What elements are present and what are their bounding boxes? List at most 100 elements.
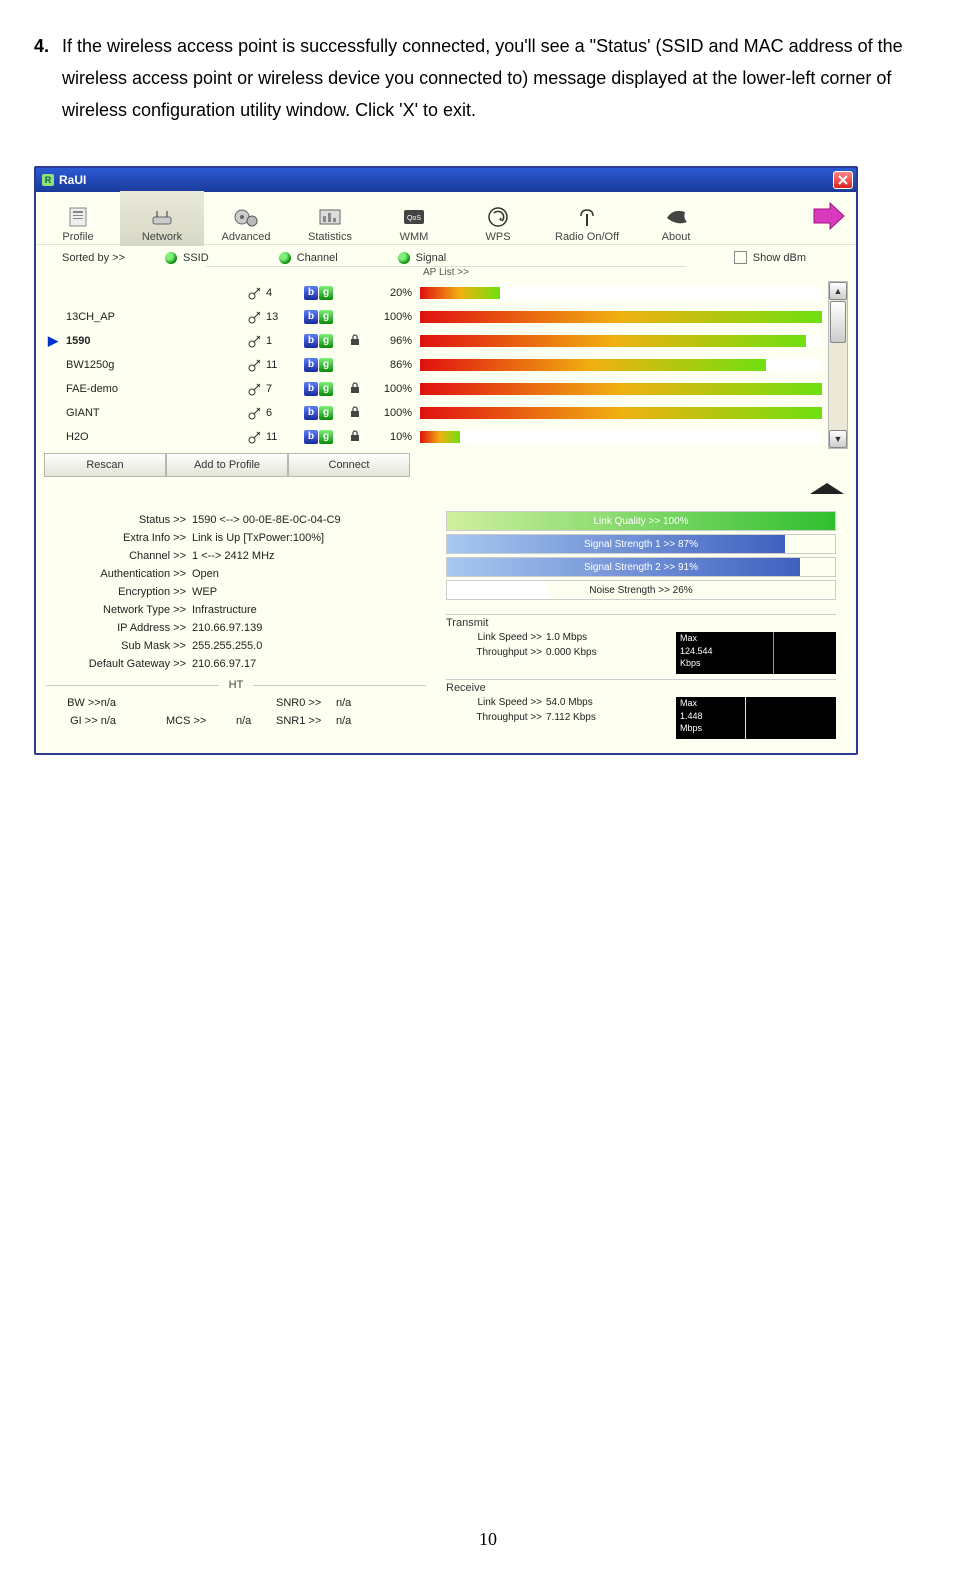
tab-advanced[interactable]: Advanced [204,191,288,246]
tab-profile[interactable]: Profile [36,191,120,246]
channel-icon [246,310,266,324]
ap-signal-bar [420,359,822,371]
tx-linkspeed-label: Link Speed >> [446,632,546,643]
tab-radio[interactable]: Radio On/Off [540,191,634,246]
checkbox[interactable] [734,251,747,264]
ap-signal-pct: 100% [366,311,420,323]
rx-throughput-value: 7.112 Kbps [546,712,622,723]
status-row: IP Address >>210.66.97.139 [46,619,426,637]
ap-channel: 7 [266,383,304,395]
sort-bar: Sorted by >> SSID Channel Signal Show dB… [36,245,856,264]
status-label: Default Gateway >> [46,658,192,670]
close-button[interactable] [833,171,853,189]
radio-icon[interactable] [279,252,291,264]
scroll-thumb[interactable] [830,301,846,343]
window-title: RaUI [59,173,86,187]
channel-icon [246,334,266,348]
channel-icon [246,382,266,396]
tab-about[interactable]: About [634,191,718,246]
receive-header: Receive [446,679,836,694]
network-icon [147,207,177,227]
noise-bar: Noise Strength >> 26% [446,580,836,600]
tab-statistics[interactable]: Statistics [288,191,372,246]
scroll-down-button[interactable]: ▼ [829,430,847,448]
tab-wmm[interactable]: QoS WMM [372,191,456,246]
rescan-button[interactable]: Rescan [44,453,166,477]
mode-icons: bg [304,382,344,396]
radio-icon[interactable] [165,252,177,264]
ap-channel: 6 [266,407,304,419]
status-value: Link is Up [TxPower:100%] [192,532,324,544]
triangle-up-icon [810,483,844,494]
tx-throughput-value: 0.000 Kbps [546,647,622,658]
status-label: Authentication >> [46,568,192,580]
channel-icon [246,430,266,444]
radio-icon[interactable] [398,252,410,264]
svg-text:QoS: QoS [407,215,421,222]
sort-signal[interactable]: Signal [416,252,447,264]
ap-row[interactable]: H2O11bg10% [44,425,826,449]
tab-label: Statistics [308,231,352,243]
sort-ssid[interactable]: SSID [183,252,209,264]
ap-signal-pct: 100% [366,407,420,419]
toolbar: Profile Network Advanced Statistics QoS … [36,192,856,245]
ht-mcs-label: MCS >> [166,715,206,727]
sort-label: Sorted by >> [62,252,125,264]
status-value: 255.255.255.0 [192,640,262,652]
ap-row[interactable]: 4bg20% [44,281,826,305]
collapse-handle[interactable] [36,481,856,497]
ap-signal-bar [420,431,822,443]
ap-channel: 1 [266,335,304,347]
scrollbar[interactable]: ▲ ▼ [828,281,848,449]
statistics-icon [318,206,342,228]
radio-icon [575,206,599,228]
ap-signal-pct: 96% [366,335,420,347]
status-value: Infrastructure [192,604,257,616]
transmit-header: Transmit [446,614,836,629]
ap-list-label: AP List >> [206,266,686,279]
tab-network[interactable]: Network [120,191,204,246]
ap-ssid: BW1250g [62,359,246,371]
ap-row[interactable]: 13CH_AP13bg100% [44,305,826,329]
mode-icons: bg [304,358,344,372]
status-row: Network Type >>Infrastructure [46,601,426,619]
scroll-up-button[interactable]: ▲ [829,282,847,300]
tab-label: Advanced [222,231,271,243]
show-dbm-label[interactable]: Show dBm [753,252,806,264]
status-value: 210.66.97.17 [192,658,256,670]
ap-row[interactable]: FAE-demo7bg100% [44,377,826,401]
mode-icons: bg [304,286,344,300]
status-value: WEP [192,586,217,598]
lock-icon [344,430,366,445]
instruction-step: 4. If the wireless access point is succe… [34,30,944,126]
rx-graph: Max1.448Mbps [676,697,836,739]
status-label: Network Type >> [46,604,192,616]
selected-arrow-icon: ▶ [44,333,62,349]
app-icon: R [42,174,54,186]
ap-row[interactable]: ▶15901bg96% [44,329,826,353]
ap-signal-pct: 100% [366,383,420,395]
advanced-icon [232,206,260,228]
ap-signal-pct: 20% [366,287,420,299]
status-row: Encryption >>WEP [46,583,426,601]
status-row: Status >>1590 <--> 00-0E-8E-0C-04-C9 [46,511,426,529]
sort-channel[interactable]: Channel [297,252,338,264]
tab-label: About [662,231,691,243]
ap-row[interactable]: GIANT6bg100% [44,401,826,425]
wps-icon [486,206,510,228]
status-row: Extra Info >>Link is Up [TxPower:100%] [46,529,426,547]
exit-arrow[interactable] [812,201,856,236]
tab-label: WPS [485,231,510,243]
rx-throughput-label: Throughput >> [446,712,546,723]
app-window: R RaUI Profile Network Advanced [34,166,858,755]
ht-snr0-label: SNR0 >> [276,697,336,709]
connect-button[interactable]: Connect [288,453,410,477]
ap-row[interactable]: BW1250g11bg86% [44,353,826,377]
tab-wps[interactable]: WPS [456,191,540,246]
close-icon [838,175,848,185]
tab-label: Network [142,231,182,243]
ap-signal-bar [420,383,822,395]
ht-snr1-label: SNR1 >> [276,715,336,727]
ht-bw-label: BW >>n/a [46,697,120,709]
add-to-profile-button[interactable]: Add to Profile [166,453,288,477]
